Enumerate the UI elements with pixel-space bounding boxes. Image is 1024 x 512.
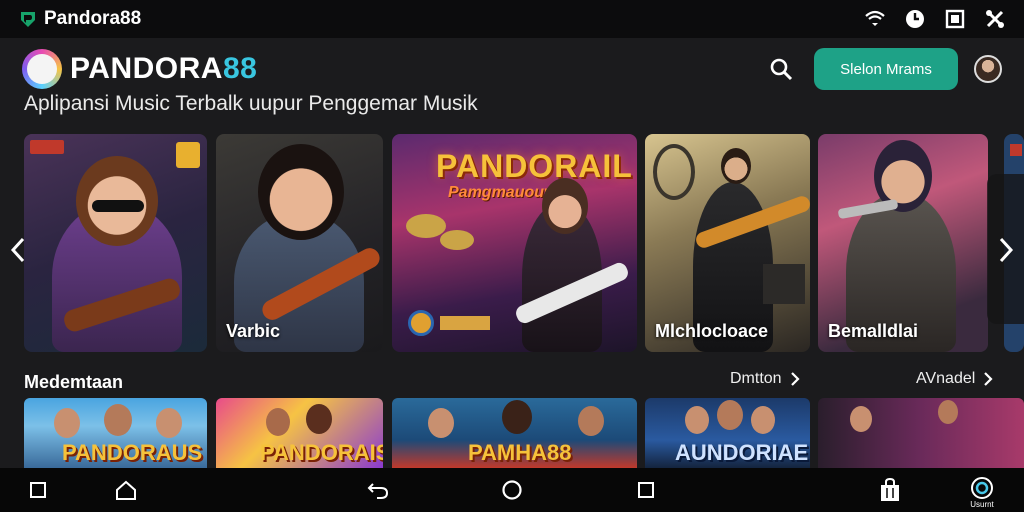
tagline: Aplipansi Music Terbalk uupur Penggemar … xyxy=(24,92,478,115)
logo-accent: 88 xyxy=(222,52,258,85)
thumb-card[interactable]: PAMHA88 xyxy=(392,398,637,468)
circle-home-icon xyxy=(502,480,522,500)
thumb-title: PANDORAUS xyxy=(62,440,203,465)
home-circle-button[interactable] xyxy=(500,478,524,502)
carousel-next-button[interactable] xyxy=(994,234,1018,266)
thumb-row: PANDORAUS PANDORAIS PAMHA88 AUNDORIAE xyxy=(0,398,1024,468)
status-brand: Pandora88 xyxy=(18,8,141,30)
hero-card[interactable]: Bemalldlai xyxy=(818,134,988,352)
recents-button[interactable] xyxy=(634,478,658,502)
pandora-gem-icon xyxy=(21,12,35,27)
chevron-right-icon xyxy=(984,372,993,386)
account-icon xyxy=(971,476,993,499)
thumb-title: AUNDORIAE xyxy=(675,440,809,465)
back-icon xyxy=(367,483,389,499)
screen-icon[interactable] xyxy=(944,8,966,30)
bag-icon xyxy=(881,478,899,501)
section-link-2-label: AVnadel xyxy=(916,370,976,387)
section-link-2[interactable]: AVnadel xyxy=(916,370,993,388)
back-button[interactable] xyxy=(366,478,390,502)
chevron-left-icon xyxy=(10,237,25,263)
thumb-card[interactable]: PANDORAIS xyxy=(216,398,383,468)
section-link-1[interactable]: Dmtton xyxy=(730,370,800,388)
primary-action-button[interactable]: Slelon Mrams xyxy=(814,48,958,90)
wifi-icon[interactable] xyxy=(864,8,886,30)
status-brand-label: Pandora88 xyxy=(44,8,142,29)
thumb-card[interactable]: AUNDORIAE xyxy=(645,398,810,468)
hero-card[interactable] xyxy=(24,134,207,352)
hero-card-caption: Mlchlocloace xyxy=(655,321,769,341)
thumb-card[interactable] xyxy=(818,398,1024,468)
app-logo-text[interactable]: PANDORA88 xyxy=(70,52,257,86)
account-button[interactable]: Usurnt xyxy=(968,474,996,510)
chevron-right-icon xyxy=(790,372,800,386)
hero-card[interactable]: PANDORAIL Pamgmauouwo xyxy=(392,134,637,352)
section-title: Medemtaan xyxy=(24,372,124,392)
square-button[interactable] xyxy=(26,478,50,502)
carousel-prev-button[interactable] xyxy=(6,234,30,266)
logo-main: PANDORA xyxy=(70,52,223,85)
app-logo-icon[interactable] xyxy=(22,49,62,89)
home-button[interactable] xyxy=(114,478,138,502)
thumb-title: PAMHA88 xyxy=(468,440,572,465)
clock-icon[interactable] xyxy=(904,8,926,30)
square-icon xyxy=(30,482,46,498)
hero-carousel: Varbic PANDORAIL Pamgmauouwo Mlchlocloac… xyxy=(0,134,1024,352)
search-icon xyxy=(770,58,793,81)
hero-art-title: PANDORAIL xyxy=(436,148,633,184)
hero-card[interactable]: Varbic xyxy=(216,134,383,352)
system-nav-bar: Usurnt xyxy=(0,468,1024,512)
thumb-title: PANDORAIS xyxy=(260,440,383,465)
thumb-card[interactable]: PANDORAUS xyxy=(24,398,207,468)
avatar[interactable] xyxy=(974,55,1002,83)
recents-icon xyxy=(638,482,654,498)
bag-button[interactable] xyxy=(878,478,902,502)
hero-card-caption: Varbic xyxy=(226,321,281,341)
account-label: Usurnt xyxy=(970,499,994,509)
home-icon xyxy=(116,480,136,500)
chevron-right-icon xyxy=(999,237,1014,263)
status-bar: Pandora88 xyxy=(0,0,1024,38)
hero-card[interactable]: Mlchlocloace xyxy=(645,134,810,352)
tools-icon[interactable] xyxy=(984,8,1006,30)
app-header: PANDORA88 Slelon Mrams xyxy=(0,38,1024,100)
search-button[interactable] xyxy=(766,54,796,84)
hero-card-caption: Bemalldlai xyxy=(828,321,919,341)
section-link-1-label: Dmtton xyxy=(730,370,782,387)
